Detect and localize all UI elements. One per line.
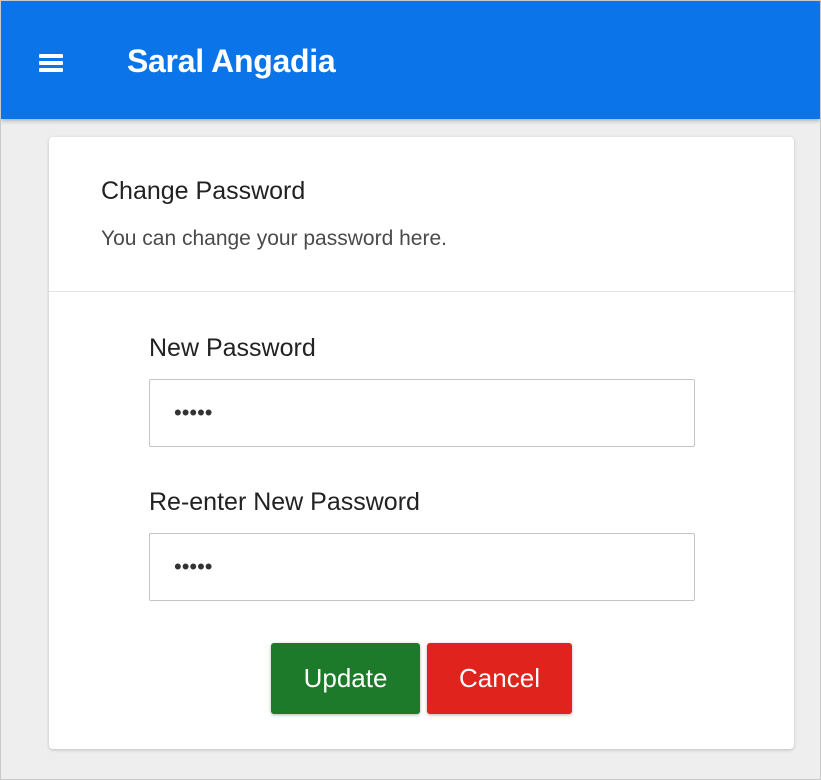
menu-icon-bar-top — [39, 54, 63, 58]
confirm-password-input[interactable] — [149, 533, 695, 601]
confirm-password-label: Re-enter New Password — [149, 488, 420, 516]
card-subtitle: You can change your password here. — [101, 227, 447, 250]
update-button[interactable]: Update — [271, 643, 420, 714]
menu-icon-bar-bottom — [39, 68, 63, 72]
new-password-label: New Password — [149, 334, 316, 362]
app-title: Saral Angadia — [127, 43, 336, 79]
change-password-card: Change Password You can change your pass… — [49, 137, 794, 749]
new-password-input[interactable] — [149, 379, 695, 447]
hamburger-menu-icon[interactable] — [39, 54, 63, 72]
app-window: Saral Angadia Change Password You can ch… — [0, 0, 821, 780]
card-header: Change Password You can change your pass… — [49, 137, 794, 292]
cancel-button[interactable]: Cancel — [427, 643, 572, 714]
app-bar: Saral Angadia — [1, 1, 820, 119]
card-title: Change Password — [101, 177, 306, 205]
menu-icon-bar-middle — [39, 61, 63, 65]
